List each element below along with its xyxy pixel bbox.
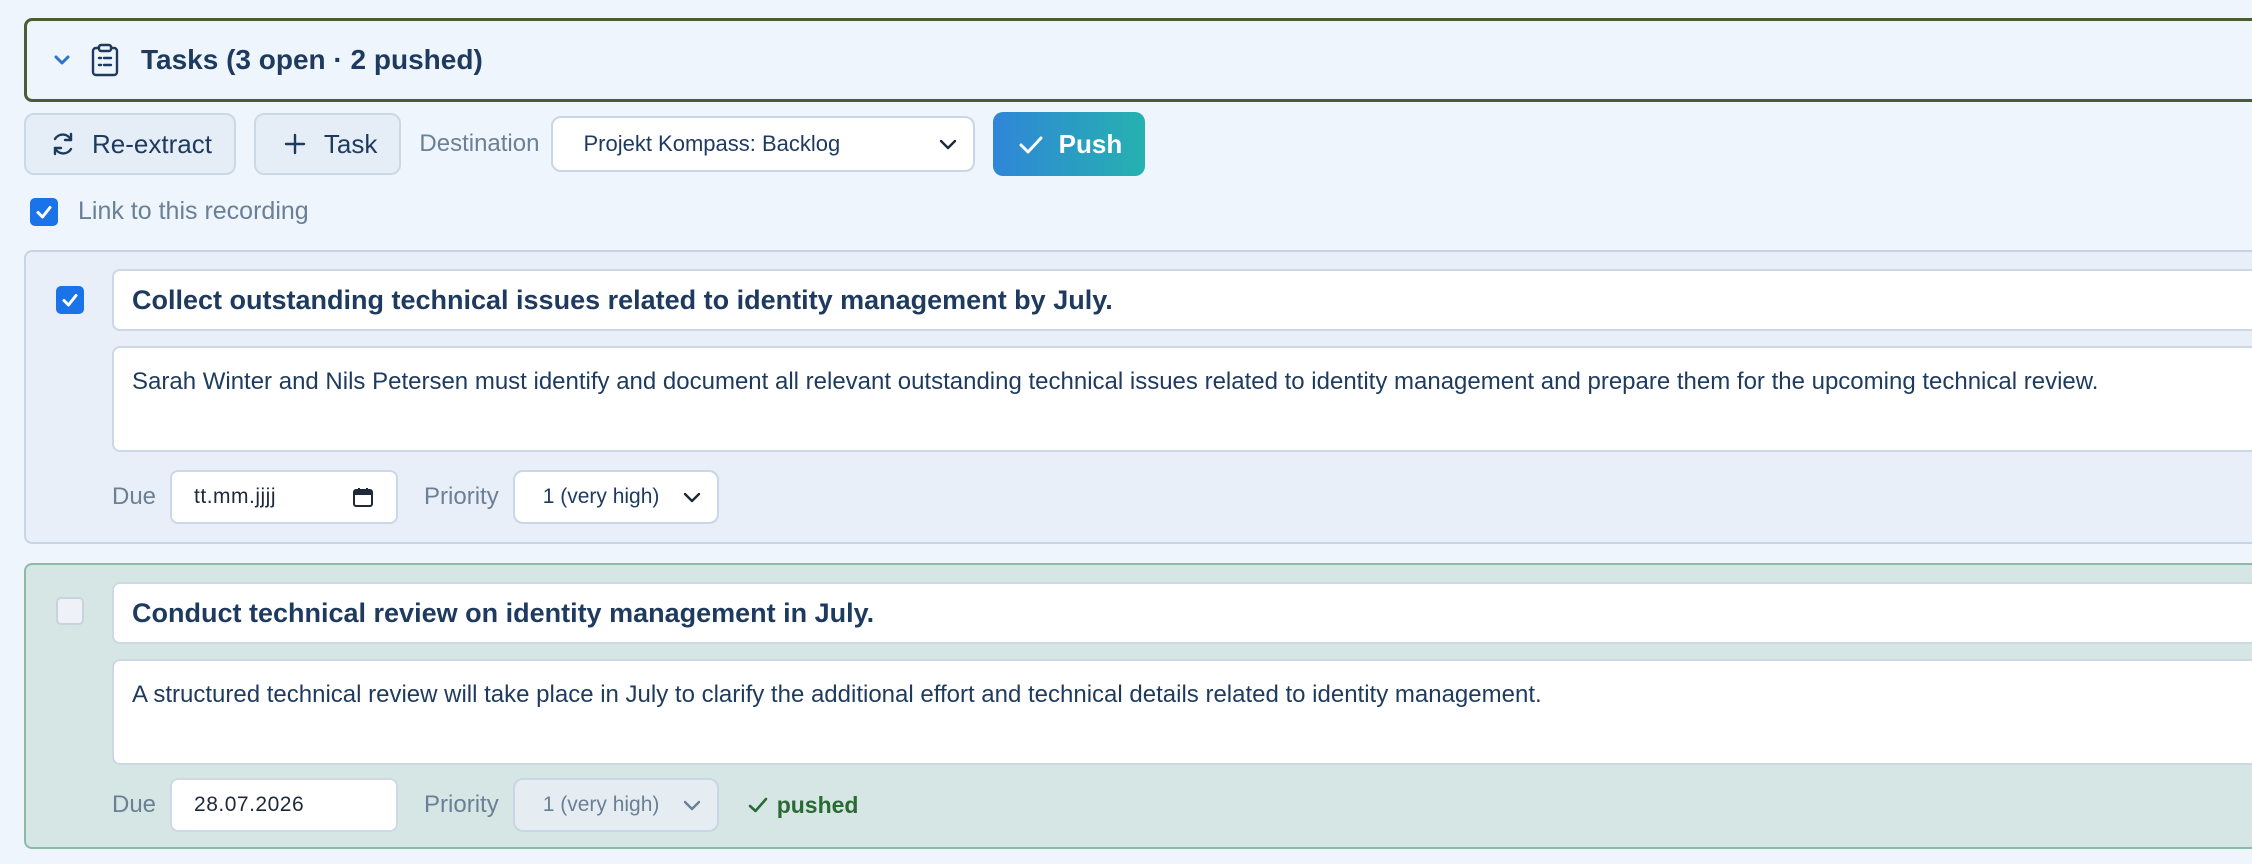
re-extract-button[interactable]: Re-extract (24, 113, 236, 175)
refresh-icon (48, 129, 78, 159)
priority-select: 1 (very high) (512, 778, 719, 832)
destination-select[interactable]: Projekt Kompass: Backlog (551, 116, 976, 172)
task-card: Conduct technical review on identity man… (24, 563, 2252, 849)
due-label: Due (112, 791, 157, 818)
due-date-value: tt.mm.jjjj (194, 485, 277, 508)
task-description-textarea[interactable]: Sarah Winter and Nils Petersen must iden… (112, 346, 2252, 452)
task-select-checkbox[interactable] (56, 286, 84, 314)
priority-label: Priority (424, 791, 499, 818)
destination-value: Projekt Kompass: Backlog (583, 131, 841, 156)
task-title-input[interactable]: Conduct technical review on identity man… (112, 582, 2252, 644)
task-select-checkbox[interactable] (56, 597, 84, 625)
push-button[interactable]: Push (993, 112, 1146, 176)
push-label: Push (1058, 128, 1123, 159)
check-icon (1017, 130, 1045, 158)
tasks-section-title: Tasks (3 open · 2 pushed) (141, 44, 483, 75)
link-recording-row: Link to this recording (30, 197, 309, 226)
due-label: Due (112, 483, 157, 510)
add-task-button[interactable]: Task (253, 113, 402, 175)
plus-icon (280, 129, 310, 159)
pushed-status-badge: pushed (747, 791, 859, 819)
due-date-input[interactable]: tt.mm.jjjj (170, 470, 399, 524)
tasks-panel: Tasks (3 open · 2 pushed) Re-extract Tas… (0, 0, 2252, 864)
destination-label: Destination (419, 130, 540, 157)
priority-select[interactable]: 1 (very high) (512, 470, 719, 524)
due-date-value: 28.07.2026 (194, 793, 305, 816)
priority-value: 1 (very high) (542, 485, 660, 508)
tasks-toolbar: Re-extract Task Destination Projekt Komp… (24, 112, 1146, 176)
chevron-down-icon (681, 486, 703, 508)
chevron-down-icon (937, 133, 959, 155)
due-date-input[interactable]: 28.07.2026 (170, 778, 399, 832)
clipboard-list-icon (85, 40, 125, 80)
chevron-down-icon[interactable] (47, 45, 77, 75)
re-extract-label: Re-extract (92, 128, 212, 159)
task-card: Collect outstanding technical issues rel… (24, 250, 2252, 544)
pushed-status-label: pushed (776, 791, 859, 818)
check-icon (747, 794, 769, 816)
link-recording-checkbox[interactable] (30, 197, 58, 226)
link-recording-label: Link to this recording (78, 197, 309, 225)
priority-label: Priority (424, 483, 499, 510)
priority-value: 1 (very high) (542, 793, 660, 816)
task-meta-row: Due tt.mm.jjjj Priority 1 (very high) (112, 469, 719, 525)
task-description-textarea[interactable]: A structured technical review will take … (112, 659, 2252, 765)
tasks-section-header[interactable]: Tasks (3 open · 2 pushed) (24, 18, 2252, 102)
task-meta-row: Due 28.07.2026 Priority 1 (very high) pu… (112, 777, 858, 833)
add-task-label: Task (323, 128, 378, 159)
task-title-input[interactable]: Collect outstanding technical issues rel… (112, 269, 2252, 331)
calendar-icon[interactable] (352, 486, 374, 508)
chevron-down-icon (681, 794, 703, 816)
